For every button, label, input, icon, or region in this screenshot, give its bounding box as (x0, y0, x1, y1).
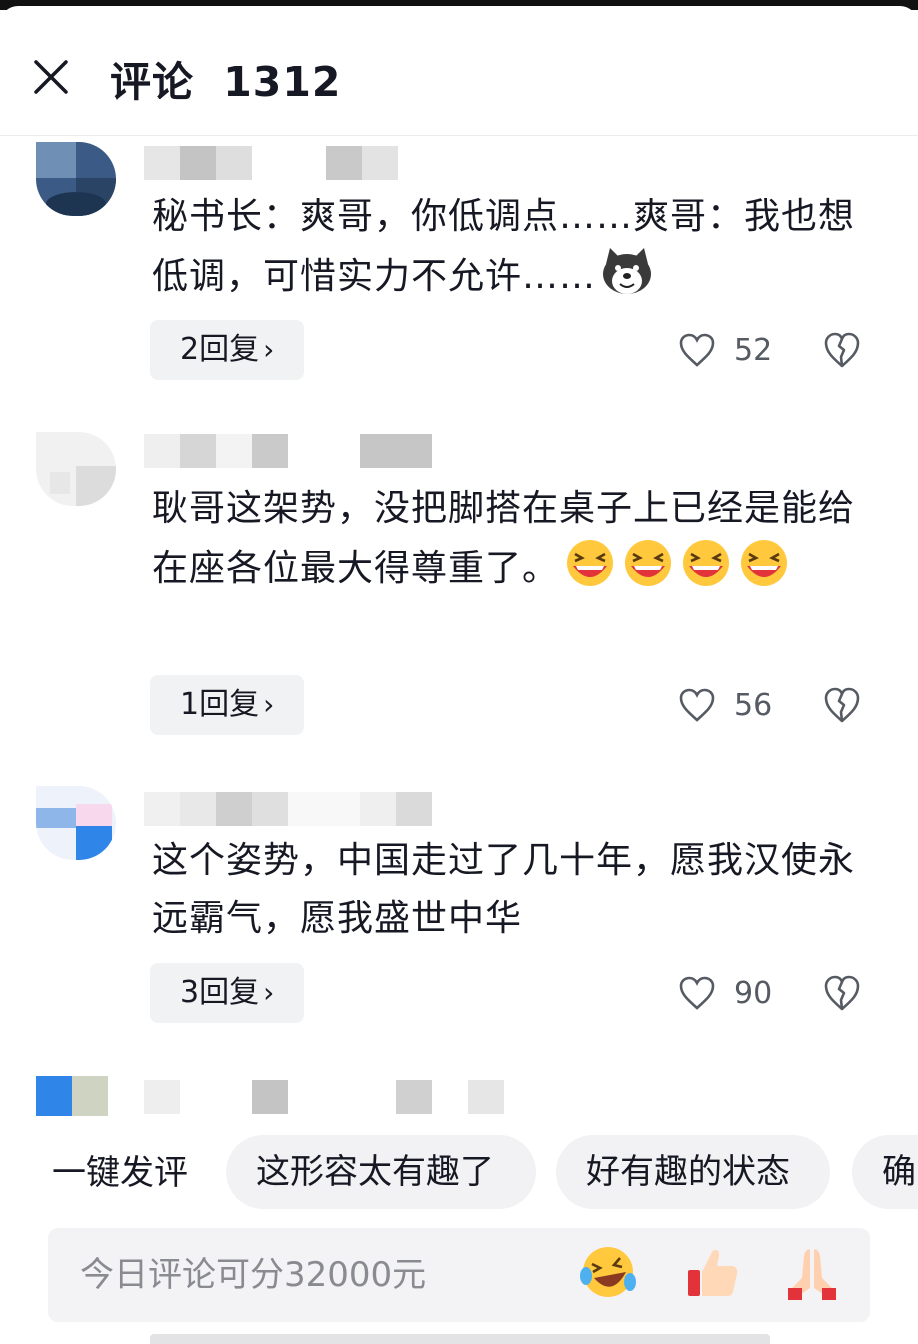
praying-hands-icon (788, 1249, 836, 1300)
chevron-right-icon: › (263, 976, 275, 1009)
comment-count: 1312 (223, 58, 342, 106)
quick-reply-chip[interactable]: 这形容太有趣了 (226, 1135, 536, 1209)
username-redacted (144, 1080, 504, 1114)
like-count: 56 (734, 687, 773, 723)
like-button[interactable]: 52 (678, 326, 772, 374)
view-replies-button[interactable]: 1回复 › (150, 675, 305, 735)
dislike-button[interactable] (822, 973, 866, 1017)
avatar[interactable] (36, 1076, 116, 1116)
heart-icon (679, 976, 715, 1010)
view-replies-button[interactable]: 3回复 › (150, 963, 305, 1023)
like-count: 52 (734, 332, 773, 368)
praying-hands-button[interactable] (782, 1242, 842, 1302)
laughing-face-icon (625, 540, 672, 586)
quick-reply-chip[interactable]: 确 (852, 1135, 918, 1209)
broken-heart-icon (824, 687, 860, 723)
laughing-face-icon (683, 540, 730, 586)
quick-reply-chip[interactable]: 好有趣的状态 (556, 1135, 830, 1209)
comment-text: 秘书长：爽哥，你低调点……爽哥：我也想低调，可惜实力不允许…… (152, 196, 856, 297)
chevron-right-icon: › (263, 333, 275, 366)
username-redacted (144, 146, 398, 180)
laughing-face-icon (741, 540, 788, 586)
like-button[interactable]: 90 (678, 969, 772, 1017)
avatar[interactable] (36, 786, 116, 860)
username-redacted (144, 434, 432, 468)
page-title: 评论 1312 (110, 54, 341, 110)
title-label: 评论 (110, 58, 194, 106)
close-icon (34, 60, 68, 94)
comment-input[interactable]: 今日评论可分32000元 (48, 1228, 870, 1322)
broken-heart-icon (824, 332, 860, 368)
chevron-right-icon: › (263, 688, 275, 721)
like-button[interactable]: 56 (678, 681, 772, 729)
heart-icon (679, 333, 715, 367)
quick-reply-label: 一键发评 (52, 1153, 188, 1193)
close-button[interactable] (28, 54, 74, 100)
comment-input-placeholder[interactable]: 今日评论可分32000元 (80, 1250, 426, 1300)
emoji-button[interactable] (578, 1242, 638, 1302)
heart-icon (679, 688, 715, 722)
view-replies-button[interactable]: 2回复 › (150, 320, 305, 380)
thumbs-up-button[interactable] (682, 1242, 742, 1302)
comment-text: 这个姿势，中国走过了几十年，愿我汉使永远霸气，愿我盛世中华 (152, 840, 856, 939)
dislike-button[interactable] (822, 685, 866, 729)
username-redacted (144, 792, 432, 826)
laughing-crying-icon (580, 1247, 636, 1297)
like-count: 90 (734, 975, 773, 1011)
dislike-button[interactable] (822, 330, 866, 374)
quick-reply-bar: 一键发评 这形容太有趣了 好有趣的状态 确 (0, 1135, 918, 1211)
avatar[interactable] (36, 142, 116, 216)
broken-heart-icon (824, 975, 860, 1011)
avatar[interactable] (36, 432, 116, 506)
comments-header: 评论 1312 (0, 10, 918, 136)
thumbs-up-icon (688, 1249, 738, 1296)
comment-item (0, 1076, 918, 1116)
comment-text: 耿哥这架势，没把脚搭在桌子上已经是能给在座各位最大得尊重了。 (152, 488, 856, 589)
dog-face-icon (603, 248, 652, 294)
bottom-handle (150, 1334, 770, 1344)
laughing-face-icon (567, 540, 614, 586)
